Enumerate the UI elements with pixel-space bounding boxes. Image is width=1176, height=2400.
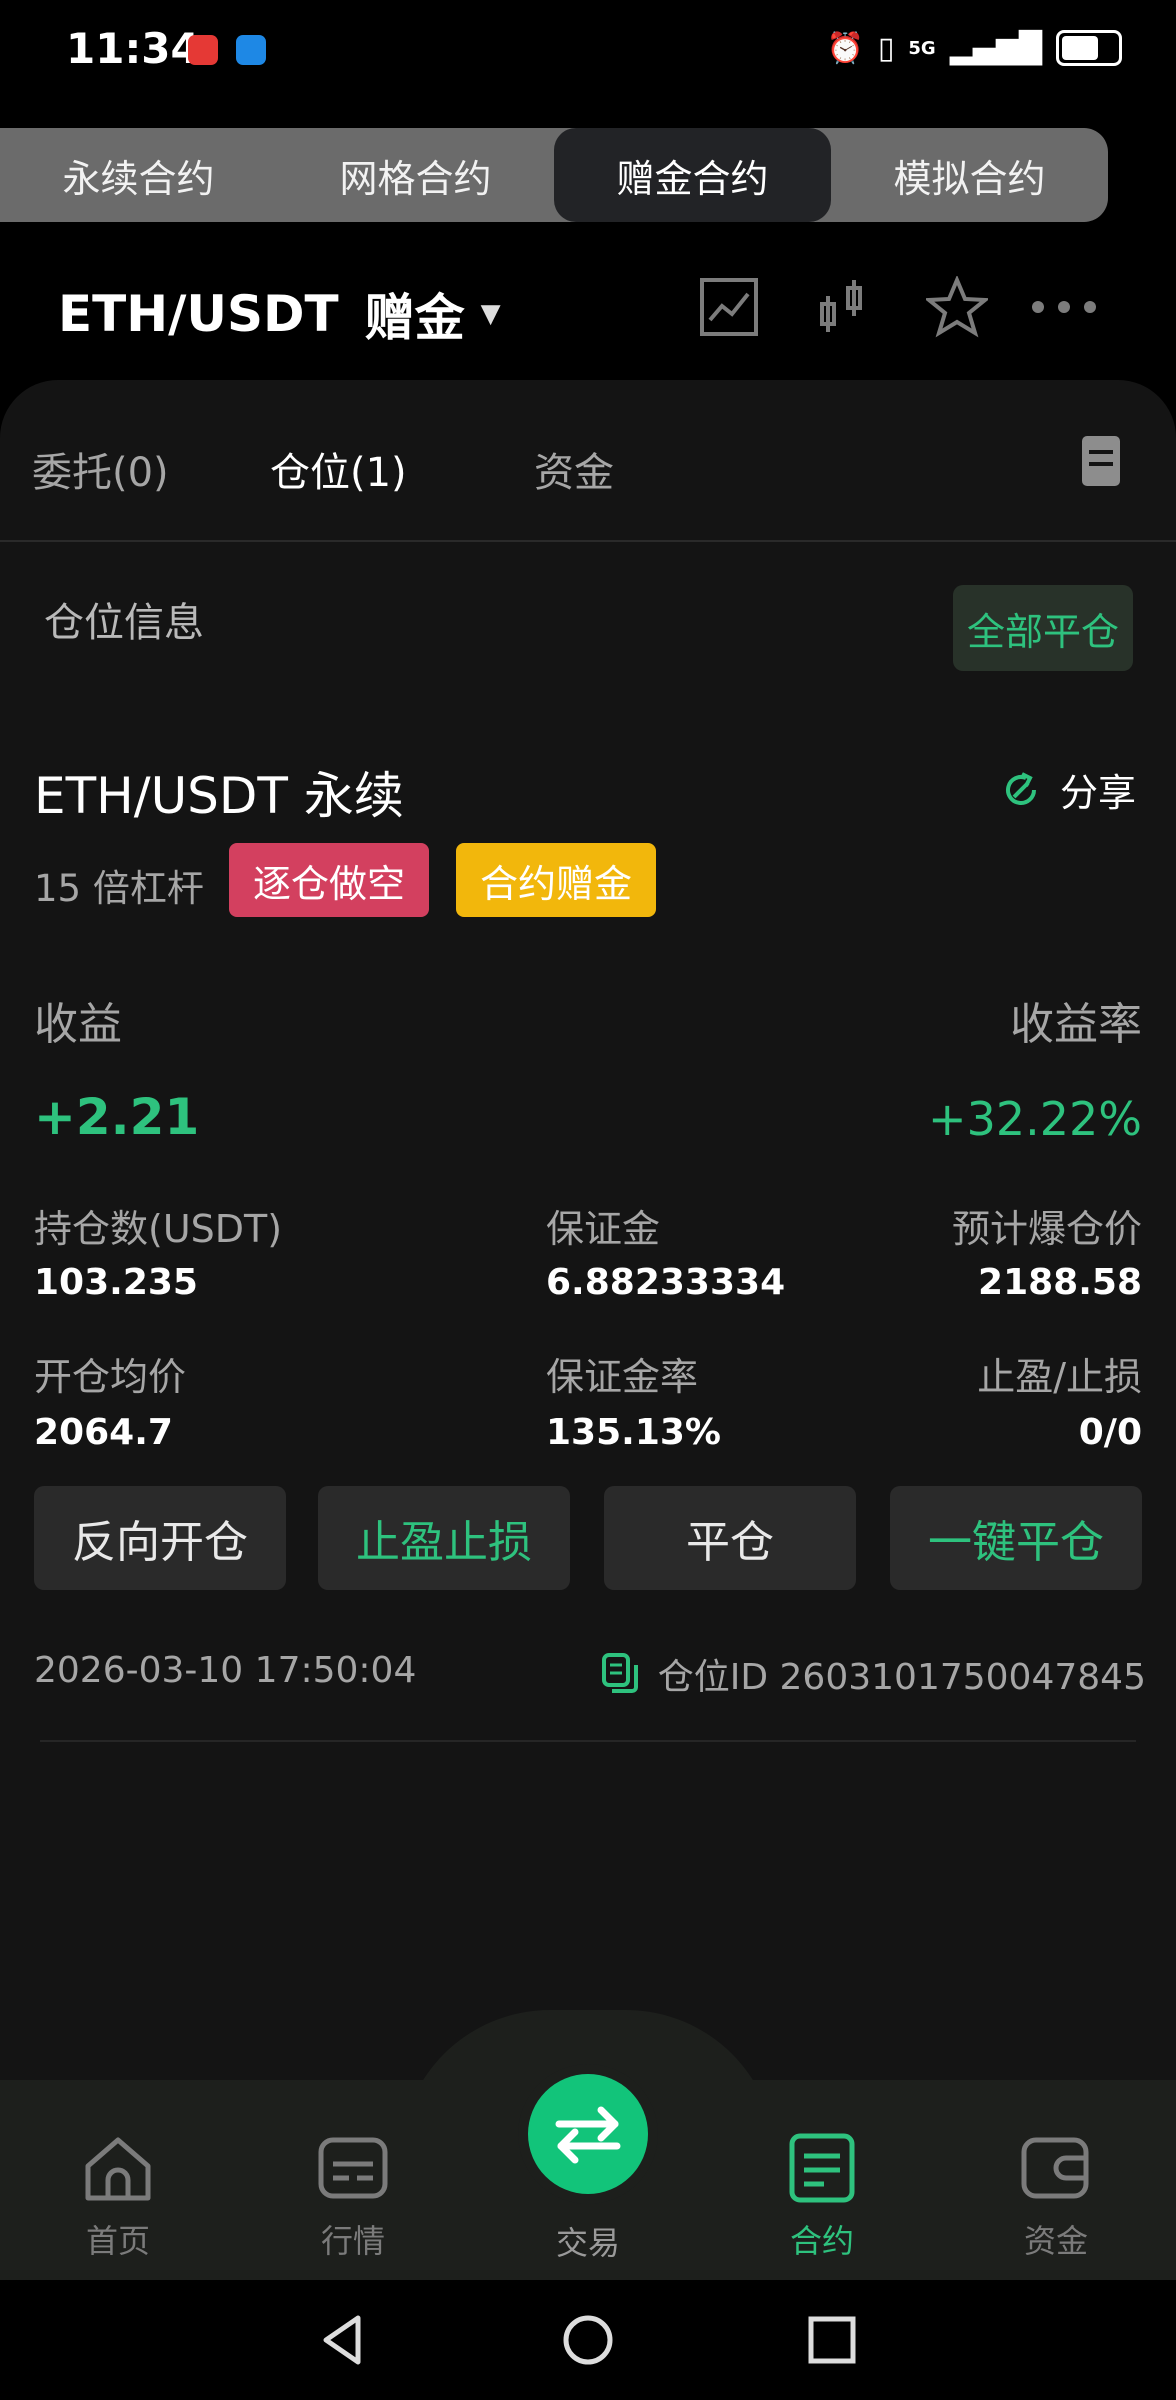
huawei-app-icon bbox=[188, 35, 218, 65]
liq-price-value: 2188.58 bbox=[978, 1262, 1142, 1303]
pnl-rate-value: +32.22% bbox=[928, 1092, 1142, 1146]
contract-icon bbox=[789, 2133, 855, 2203]
position-id-row[interactable]: 仓位ID 2603101750047845 bbox=[600, 1648, 1146, 1700]
swap-icon bbox=[555, 2106, 621, 2164]
candlestick-icon[interactable] bbox=[812, 276, 874, 338]
status-time: 11:34 bbox=[66, 24, 200, 73]
margin-ratio-value: 135.13% bbox=[546, 1412, 721, 1453]
market-icon bbox=[318, 2137, 388, 2199]
entry-price-value: 2064.7 bbox=[34, 1412, 173, 1453]
contract-type-tabs: 永续合约 网格合约 赠金合约 模拟合约 bbox=[0, 128, 1108, 222]
home-icon bbox=[85, 2137, 151, 2201]
margin-label: 保证金 bbox=[546, 1207, 661, 1251]
share-label: 分享 bbox=[1060, 771, 1137, 815]
share-button[interactable]: 分享 bbox=[1000, 762, 1136, 817]
trade-button[interactable] bbox=[528, 2074, 648, 2194]
liq-price-label: 预计爆仓价 bbox=[951, 1207, 1142, 1251]
position-size-label: 持仓数(USDT) bbox=[34, 1207, 283, 1251]
divider bbox=[0, 540, 1176, 542]
leverage-label: 15 倍杠杆 bbox=[34, 867, 204, 910]
wallet-icon bbox=[1021, 2137, 1089, 2199]
back-icon[interactable] bbox=[312, 2310, 372, 2370]
bonus-badge: 合约赠金 bbox=[456, 843, 656, 917]
tp-sl-value: 0/0 bbox=[1078, 1412, 1142, 1453]
alarm-icon: ⏰ bbox=[826, 30, 864, 66]
signal-icon: ▂▄▆█ bbox=[949, 30, 1042, 66]
caret-down-icon: ▼ bbox=[480, 299, 501, 329]
more-icon[interactable] bbox=[1028, 276, 1100, 338]
divider bbox=[40, 1740, 1136, 1742]
chart-icon[interactable] bbox=[698, 276, 760, 338]
share-icon bbox=[1006, 771, 1036, 805]
position-title: ETH/USDT 永续 bbox=[34, 767, 404, 825]
nav-contract[interactable]: 合约 bbox=[742, 2130, 902, 2262]
vibrate-icon: ▯ bbox=[877, 30, 895, 66]
tp-sl-button[interactable]: 止盈止损 bbox=[318, 1486, 570, 1590]
tab-perpetual[interactable]: 永续合约 bbox=[0, 128, 277, 222]
nav-trade-label[interactable]: 交易 bbox=[528, 2218, 648, 2264]
tab-funds[interactable]: 资金 bbox=[534, 440, 614, 498]
battery-icon bbox=[1056, 30, 1122, 66]
tab-bonus[interactable]: 赠金合约 bbox=[554, 128, 831, 222]
pair-selector[interactable]: ETH/USDT 赠金 ▼ bbox=[58, 278, 501, 350]
nav-funds-label: 资金 bbox=[1023, 2222, 1088, 2260]
copy-icon bbox=[601, 1653, 638, 1693]
tab-orders[interactable]: 委托(0) bbox=[32, 440, 169, 498]
close-position-button[interactable]: 平仓 bbox=[604, 1486, 856, 1590]
document-icon[interactable] bbox=[1082, 436, 1120, 486]
tab-grid[interactable]: 网格合约 bbox=[277, 128, 554, 222]
isolated-short-badge: 逐仓做空 bbox=[229, 843, 429, 917]
star-icon[interactable] bbox=[926, 276, 988, 338]
pnl-value: +2.21 bbox=[34, 1088, 200, 1146]
position-size-value: 103.235 bbox=[34, 1262, 198, 1303]
pnl-label: 收益 bbox=[34, 999, 122, 1050]
recents-icon[interactable] bbox=[802, 2310, 862, 2370]
pair-name: ETH/USDT bbox=[58, 285, 339, 343]
nav-funds[interactable]: 资金 bbox=[976, 2130, 1136, 2262]
margin-ratio-label: 保证金率 bbox=[546, 1355, 699, 1399]
section-title: 仓位信息 bbox=[44, 600, 204, 646]
pair-mode: 赠金 bbox=[364, 289, 465, 347]
one-click-close-button[interactable]: 一键平仓 bbox=[890, 1486, 1142, 1590]
status-icons: ⏰ ▯ 5G ▂▄▆█ bbox=[827, 30, 1122, 66]
home-circle-icon[interactable] bbox=[558, 2310, 618, 2370]
status-bar: 11:34 ⏰ ▯ 5G ▂▄▆█ bbox=[0, 0, 1176, 100]
position-id: 仓位ID 2603101750047845 bbox=[657, 1657, 1146, 1698]
tab-demo[interactable]: 模拟合约 bbox=[831, 128, 1108, 222]
nav-home[interactable]: 首页 bbox=[38, 2130, 198, 2262]
entry-price-label: 开仓均价 bbox=[34, 1355, 187, 1399]
close-all-button[interactable]: 全部平仓 bbox=[953, 585, 1133, 671]
pnl-rate-label: 收益率 bbox=[1010, 999, 1142, 1050]
position-timestamp: 2026-03-10 17:50:04 bbox=[34, 1650, 417, 1691]
nav-home-label: 首页 bbox=[85, 2222, 150, 2260]
margin-value: 6.88233334 bbox=[546, 1262, 786, 1303]
nav-market-label: 行情 bbox=[320, 2222, 385, 2260]
tab-positions[interactable]: 仓位(1) bbox=[270, 440, 407, 498]
nav-market[interactable]: 行情 bbox=[273, 2130, 433, 2262]
message-app-icon bbox=[236, 35, 266, 65]
network-label: 5G bbox=[908, 37, 936, 59]
tp-sl-label: 止盈/止损 bbox=[977, 1355, 1142, 1399]
nav-contract-label: 合约 bbox=[789, 2222, 854, 2260]
reverse-open-button[interactable]: 反向开仓 bbox=[34, 1486, 286, 1590]
